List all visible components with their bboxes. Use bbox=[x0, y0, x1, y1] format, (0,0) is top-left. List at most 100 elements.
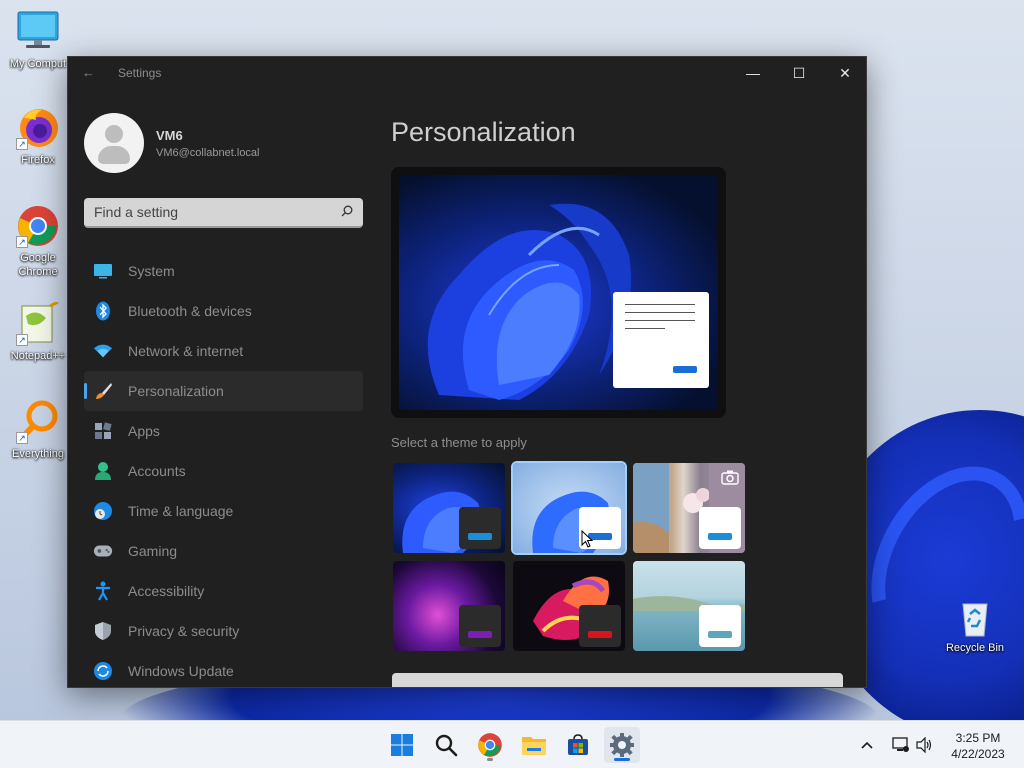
recycle-bin-icon bbox=[955, 598, 995, 638]
clock-time: 3:25 PM bbox=[955, 731, 1001, 745]
everything-search-icon: ↗ bbox=[16, 400, 60, 444]
theme-glow[interactable] bbox=[393, 561, 505, 651]
taskbar-settings-button[interactable] bbox=[604, 727, 640, 763]
nav-label: Privacy & security bbox=[128, 623, 240, 639]
tray-overflow-button[interactable] bbox=[860, 721, 874, 768]
theme-mini-window bbox=[579, 605, 621, 647]
maximize-button[interactable]: ☐ bbox=[776, 57, 822, 89]
nav-label: Accounts bbox=[128, 463, 186, 479]
shortcut-arrow-icon: ↗ bbox=[16, 138, 28, 150]
apps-icon bbox=[93, 421, 113, 441]
page-title: Personalization bbox=[391, 117, 576, 147]
theme-accent-bar bbox=[708, 533, 732, 540]
brush-icon bbox=[93, 381, 113, 401]
nav-label: Time & language bbox=[128, 503, 234, 519]
theme-accent-bar bbox=[468, 533, 492, 540]
firefox-icon: ↗ bbox=[16, 106, 60, 150]
search-input[interactable] bbox=[84, 198, 334, 226]
search-icon bbox=[341, 205, 353, 217]
nav-label: System bbox=[128, 263, 175, 279]
mouse-cursor-icon bbox=[581, 530, 593, 548]
nav-item-personalization[interactable]: Personalization bbox=[84, 371, 363, 411]
personalization-content: Personalization Select a theme to apply bbox=[391, 113, 851, 651]
close-button[interactable]: ✕ bbox=[822, 57, 866, 89]
system-icon bbox=[93, 261, 113, 281]
nav-label: Apps bbox=[128, 423, 160, 439]
taskbar-file-explorer-button[interactable] bbox=[516, 727, 552, 763]
minimize-button[interactable]: — bbox=[730, 57, 776, 89]
desktop-icon-label: Everything bbox=[12, 448, 64, 460]
desktop-icon-label: Notepad++ bbox=[10, 350, 66, 362]
theme-accent-bar bbox=[468, 631, 492, 638]
window-title: Settings bbox=[118, 66, 162, 80]
desktop-icon-notepad-plus-plus[interactable]: ↗ Notepad++ bbox=[0, 300, 76, 363]
accessibility-icon bbox=[93, 581, 113, 601]
back-arrow-icon[interactable]: ← bbox=[82, 65, 95, 80]
theme-accent-bar bbox=[588, 631, 612, 638]
theme-windows-light[interactable] bbox=[511, 461, 627, 555]
nav-label: Gaming bbox=[128, 543, 178, 559]
theme-mini-window bbox=[459, 507, 501, 549]
themes-caption: Select a theme to apply bbox=[391, 435, 527, 450]
store-icon bbox=[568, 734, 588, 755]
theme-mini-window bbox=[699, 507, 741, 549]
theme-flow[interactable] bbox=[633, 561, 745, 651]
time-language-icon bbox=[93, 501, 113, 521]
notepad-plus-plus-icon: ↗ bbox=[16, 300, 60, 346]
user-profile[interactable]: VM6 VM6@collabnet.local bbox=[84, 113, 260, 173]
shortcut-arrow-icon: ↗ bbox=[16, 432, 28, 444]
avatar bbox=[84, 113, 144, 173]
chrome-icon bbox=[478, 733, 502, 757]
taskbar-chrome-button[interactable] bbox=[472, 727, 508, 763]
nav-item-bluetooth[interactable]: Bluetooth & devices bbox=[84, 291, 363, 331]
nav-item-accounts[interactable]: Accounts bbox=[84, 451, 363, 491]
settings-nav: System Bluetooth & devices Network & int… bbox=[84, 251, 363, 687]
theme-mini-window bbox=[459, 605, 501, 647]
theme-grid bbox=[393, 461, 753, 651]
nav-label: Personalization bbox=[128, 383, 224, 399]
nav-item-network[interactable]: Network & internet bbox=[84, 331, 363, 371]
camera-icon bbox=[721, 470, 739, 485]
desktop-icon-my-computer[interactable]: My Comput bbox=[0, 10, 76, 71]
preview-wallpaper bbox=[399, 175, 718, 410]
title-bar: ← Settings — ☐ ✕ bbox=[68, 57, 866, 89]
taskbar-store-button[interactable] bbox=[560, 727, 596, 763]
desktop-icon-chrome[interactable]: ↗ Google Chrome bbox=[0, 204, 76, 279]
nav-item-apps[interactable]: Apps bbox=[84, 411, 363, 451]
running-indicator bbox=[487, 758, 493, 761]
shortcut-arrow-icon: ↗ bbox=[16, 236, 28, 248]
wifi-icon bbox=[93, 341, 113, 361]
desktop-icon-firefox[interactable]: ↗ Firefox bbox=[0, 106, 76, 167]
update-icon bbox=[93, 661, 113, 681]
taskbar-clock[interactable]: 3:25 PM 4/22/2023 bbox=[942, 730, 1014, 762]
clock-date: 4/22/2023 bbox=[951, 747, 1005, 761]
computer-icon bbox=[16, 10, 60, 54]
nav-label: Accessibility bbox=[128, 583, 205, 599]
nav-item-time-language[interactable]: Time & language bbox=[84, 491, 363, 531]
desktop-icon-label: Firefox bbox=[21, 154, 55, 166]
nav-label: Network & internet bbox=[128, 343, 244, 359]
tray-volume-button[interactable] bbox=[916, 721, 934, 768]
nav-item-gaming[interactable]: Gaming bbox=[84, 531, 363, 571]
search-box[interactable] bbox=[84, 198, 363, 228]
theme-windows-dark[interactable] bbox=[393, 463, 505, 553]
file-explorer-icon bbox=[522, 737, 546, 755]
desktop-icon-recycle-bin[interactable]: Recycle Bin bbox=[943, 598, 1007, 654]
shortcut-arrow-icon: ↗ bbox=[16, 334, 28, 346]
preview-window-card bbox=[613, 292, 709, 388]
taskbar-start-button[interactable] bbox=[384, 727, 420, 763]
next-section-card[interactable] bbox=[392, 673, 843, 687]
theme-windows-spotlight[interactable] bbox=[633, 463, 745, 553]
network-wired-icon bbox=[892, 737, 909, 752]
tray-network-button[interactable] bbox=[892, 721, 910, 768]
nav-item-system[interactable]: System bbox=[84, 251, 363, 291]
nav-item-privacy-security[interactable]: Privacy & security bbox=[84, 611, 363, 651]
nav-item-accessibility[interactable]: Accessibility bbox=[84, 571, 363, 611]
settings-icon bbox=[610, 733, 634, 757]
theme-accent-bar bbox=[708, 631, 732, 638]
user-email: VM6@collabnet.local bbox=[156, 146, 260, 159]
theme-captured-motion[interactable] bbox=[513, 561, 625, 651]
taskbar-search-button[interactable] bbox=[428, 727, 464, 763]
nav-item-windows-update[interactable]: Windows Update bbox=[84, 651, 363, 687]
desktop-icon-everything[interactable]: ↗ Everything bbox=[0, 400, 76, 461]
